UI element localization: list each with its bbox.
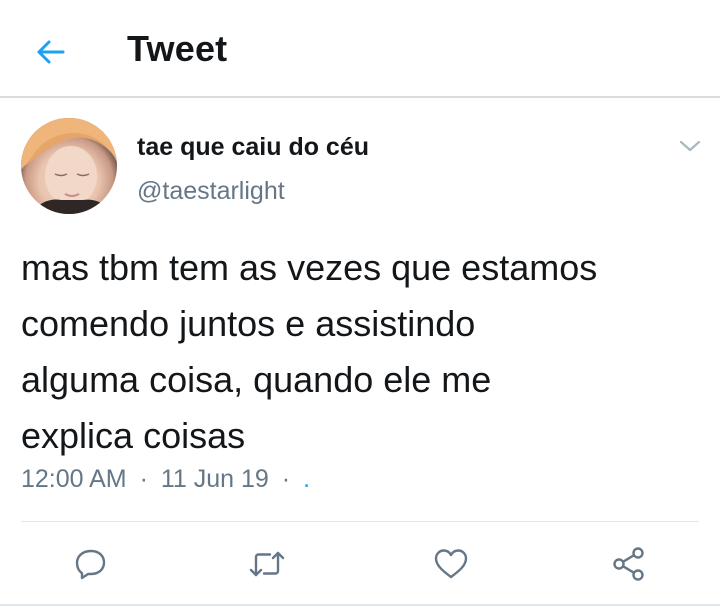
top-app-bar: Tweet — [0, 0, 720, 98]
retweet-button[interactable] — [245, 542, 289, 586]
bottom-divider — [0, 604, 720, 606]
display-name[interactable]: tae que caiu do céu — [137, 133, 369, 162]
tweet-menu-button[interactable] — [676, 134, 704, 158]
heart-icon — [434, 549, 468, 579]
arrow-left-icon — [37, 40, 65, 64]
avatar[interactable] — [21, 118, 117, 214]
back-button[interactable] — [30, 32, 70, 72]
like-button[interactable] — [429, 542, 473, 586]
tweet-actions-bar — [0, 538, 720, 586]
tweet-source-link[interactable]: . — [303, 465, 310, 493]
share-button[interactable] — [607, 542, 651, 586]
tweet-time: 12:00 AM — [21, 465, 127, 493]
meta-separator: · — [281, 465, 291, 493]
reply-button[interactable] — [69, 542, 113, 586]
retweet-icon — [249, 551, 285, 577]
user-handle[interactable]: @taestarlight — [137, 177, 285, 206]
divider — [21, 521, 699, 522]
tweet-text: mas tbm tem as vezes que estamos comendo… — [21, 247, 598, 456]
tweet-date: 11 Jun 19 — [160, 465, 269, 493]
share-icon — [613, 547, 644, 581]
chevron-down-icon — [679, 140, 701, 152]
meta-separator: · — [139, 465, 148, 493]
tweet-meta: 12:00 AM · 11 Jun 19 · . — [21, 465, 310, 494]
page-title: Tweet — [127, 28, 228, 69]
avatar-image — [21, 118, 117, 214]
reply-icon — [75, 549, 106, 580]
